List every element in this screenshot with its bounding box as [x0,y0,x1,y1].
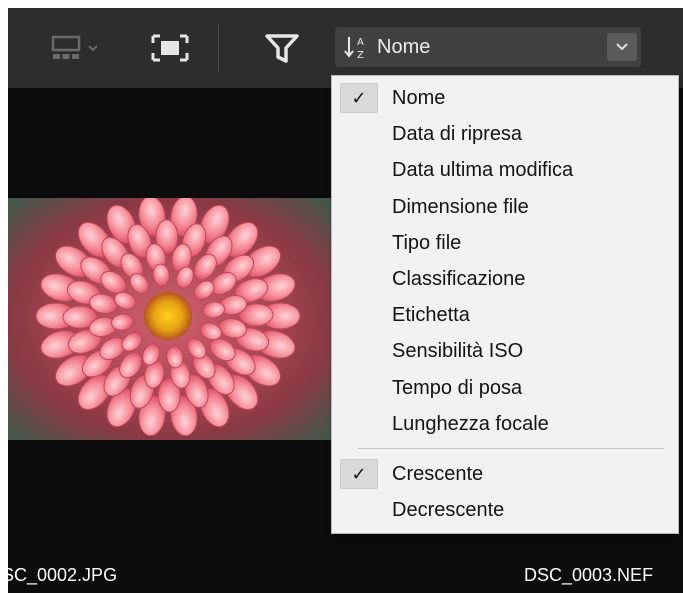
toolbar-separator [218,24,219,72]
menu-item-label: Dimensione file [392,195,529,218]
dahlia-photo [8,198,333,440]
menu-item-label: Tipo file [392,231,462,254]
menu-item-etichetta[interactable]: Etichetta [332,298,678,332]
chevron-down-icon [616,43,628,51]
thumbnail-image-dahlia[interactable] [8,198,333,440]
menu-item-data-ultima-modifica[interactable]: Data ultima modifica [332,153,678,187]
svg-text:Z: Z [357,50,364,60]
menu-item-crescente[interactable]: ✓ Crescente [332,457,678,491]
menu-item-label: Etichetta [392,304,470,327]
svg-text:A: A [357,37,364,48]
checkmark-icon: ✓ [340,459,378,489]
menu-item-classificazione[interactable]: Classificazione [332,262,678,296]
menu-item-label: Data ultima modifica [392,159,574,182]
menu-item-label: Sensibilità ISO [392,340,524,363]
menu-item-lunghezza-focale[interactable]: Lunghezza focale [332,407,678,441]
menu-separator [358,448,664,449]
thumbnail-caption-left: SC_0002.JPG [8,565,118,585]
menu-item-decrescente[interactable]: Decrescente [332,493,678,527]
menu-item-label: Crescente [392,463,484,485]
filter-icon [265,34,299,63]
menu-item-tempo-di-posa[interactable]: Tempo di posa [332,371,678,405]
menu-item-data-di-ripresa[interactable]: Data di ripresa [332,117,678,151]
menu-item-label: Decrescente [392,499,505,522]
grid-view-button[interactable] [46,28,114,68]
menu-item-nome[interactable]: ✓ Nome [332,81,678,115]
filter-button[interactable] [260,28,304,68]
sort-by-value: Nome [377,36,431,58]
thumbnail-caption-right: DSC_0003.NEF [524,565,654,585]
menu-item-tipo-file[interactable]: Tipo file [332,226,678,260]
menu-item-dimensione-file[interactable]: Dimensione file [332,190,678,224]
menu-item-label: Nome [392,87,446,109]
fit-to-screen-icon [151,34,189,62]
dropdown-arrow-button[interactable] [607,33,637,61]
menu-item-sensibilita-iso[interactable]: Sensibilità ISO [332,334,678,368]
sort-ascending-icon: A Z [344,37,364,60]
sort-menu: ✓ Nome Data di ripresa Data ultima modifica… [331,75,679,534]
fit-to-screen-button[interactable] [146,28,194,68]
menu-item-label: Data di ripresa [392,123,523,146]
thumbnail-grid-icon [51,35,98,59]
checkmark-icon: ✓ [340,83,378,113]
menu-item-label: Tempo di posa [392,376,523,399]
menu-item-label: Lunghezza focale [392,412,549,435]
menu-item-label: Classificazione [392,268,526,290]
sort-by-dropdown[interactable]: A Z Nome [335,27,641,67]
